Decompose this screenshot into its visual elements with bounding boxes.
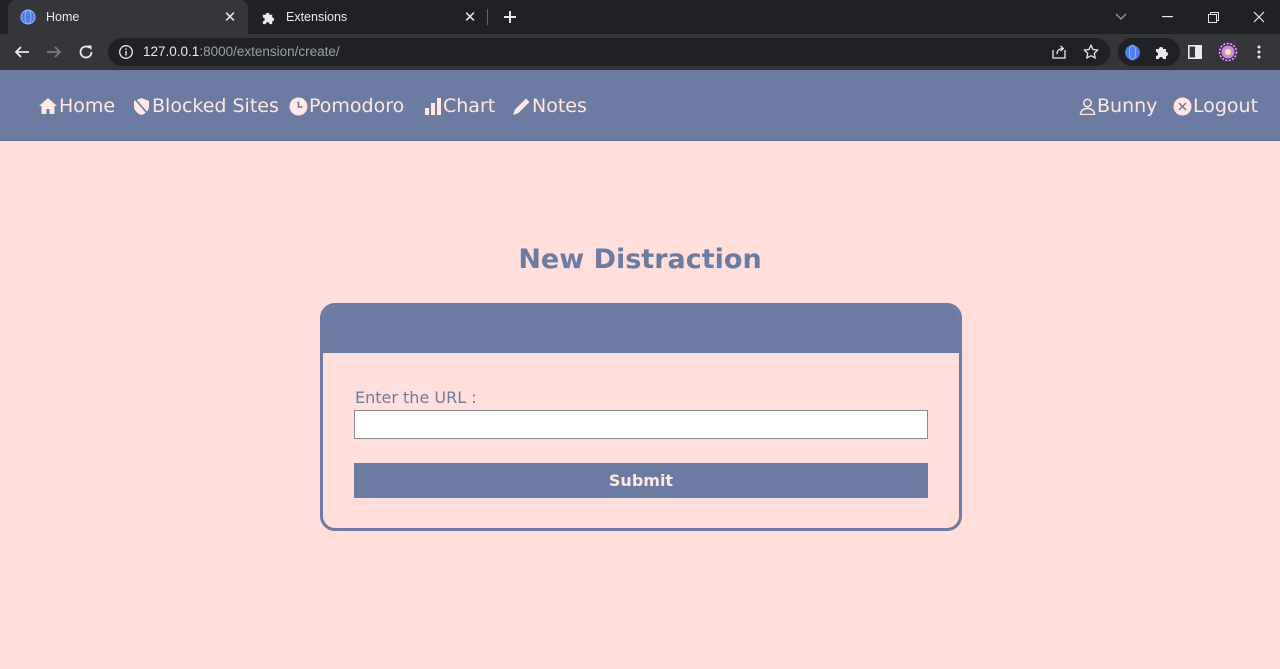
nav-logout[interactable]: Logout <box>1173 93 1258 119</box>
forward-button[interactable] <box>40 38 68 66</box>
restore-icon <box>1207 11 1219 23</box>
tab-title: Extensions <box>286 10 348 24</box>
star-icon[interactable] <box>1081 42 1101 62</box>
shield-slash-icon <box>134 97 149 115</box>
arrow-left-icon <box>14 46 29 58</box>
nav-logout-label: Logout <box>1193 95 1259 117</box>
minimize-icon <box>1161 16 1173 18</box>
submit-button[interactable]: Submit <box>354 463 928 498</box>
nav-notes-label: Notes <box>532 95 587 117</box>
nav-user[interactable]: Bunny <box>1079 93 1157 119</box>
close-icon[interactable]: ✕ <box>220 7 240 27</box>
pencil-icon <box>513 98 530 115</box>
tab-divider <box>487 9 488 25</box>
nav-pomodoro[interactable]: Pomodoro <box>289 93 404 119</box>
nav-blocked-sites[interactable]: Blocked Sites <box>132 93 279 119</box>
reload-icon <box>79 45 93 59</box>
nav-home-label: Home <box>59 95 116 117</box>
url-input[interactable] <box>354 410 928 439</box>
close-icon[interactable]: ✕ <box>460 7 480 27</box>
extension-group <box>1118 38 1180 66</box>
url-path: :8000/extension/create/ <box>199 44 340 59</box>
address-bar[interactable]: 127.0.0.1:8000/extension/create/ <box>108 38 1110 66</box>
window-close-button[interactable] <box>1236 0 1280 34</box>
nav-blocked-sites-label: Blocked Sites <box>152 95 279 117</box>
nav-pomodoro-label: Pomodoro <box>309 95 405 117</box>
nav-home[interactable]: Home <box>38 93 115 119</box>
plus-icon <box>504 11 516 23</box>
clock-icon <box>289 97 308 115</box>
address-url[interactable]: 127.0.0.1:8000/extension/create/ <box>143 44 340 59</box>
x-circle-icon <box>1173 97 1192 115</box>
nav-chart[interactable]: Chart <box>424 93 495 119</box>
tab-extensions[interactable]: Extensions ✕ <box>248 0 488 34</box>
tab-home[interactable]: Home ✕ <box>8 0 248 34</box>
info-icon[interactable] <box>118 44 134 60</box>
back-button[interactable] <box>8 38 36 66</box>
card-header <box>323 306 959 353</box>
page-title: New Distraction <box>518 244 762 275</box>
arrow-right-icon <box>47 46 62 58</box>
side-panel-icon[interactable] <box>1183 40 1207 64</box>
reload-button[interactable] <box>72 38 100 66</box>
nav-notes[interactable]: Notes <box>512 93 587 119</box>
share-icon[interactable] <box>1049 42 1069 62</box>
user-icon <box>1079 98 1096 115</box>
new-tab-button[interactable] <box>498 5 522 29</box>
new-distraction-form: Enter the URL : Submit <box>320 303 962 531</box>
bar-chart-icon <box>425 97 441 115</box>
avatar[interactable] <box>1216 40 1240 64</box>
minimize-button[interactable] <box>1144 0 1190 34</box>
menu-icon[interactable] <box>1247 40 1271 64</box>
house-icon <box>39 98 57 114</box>
url-host: 127.0.0.1 <box>143 44 200 59</box>
close-icon <box>1253 11 1265 23</box>
globe-icon <box>20 9 36 25</box>
tab-title: Home <box>46 10 80 24</box>
puzzle-icon <box>260 9 276 25</box>
browser-tab-bar: Home ✕ Extensions ✕ <box>0 0 1280 34</box>
chevron-down-icon <box>1115 13 1127 20</box>
nav-chart-label: Chart <box>443 95 496 117</box>
puzzle-icon[interactable] <box>1152 42 1172 62</box>
globe-extension-icon[interactable] <box>1122 42 1142 62</box>
tab-search-button[interactable] <box>1098 0 1144 34</box>
site-navbar: Home Blocked Sites Pomodoro Chart Notes … <box>0 70 1280 141</box>
browser-toolbar: 127.0.0.1:8000/extension/create/ <box>0 34 1280 70</box>
url-label: Enter the URL : <box>355 388 477 407</box>
nav-user-label: Bunny <box>1097 95 1158 117</box>
restore-button[interactable] <box>1190 0 1236 34</box>
